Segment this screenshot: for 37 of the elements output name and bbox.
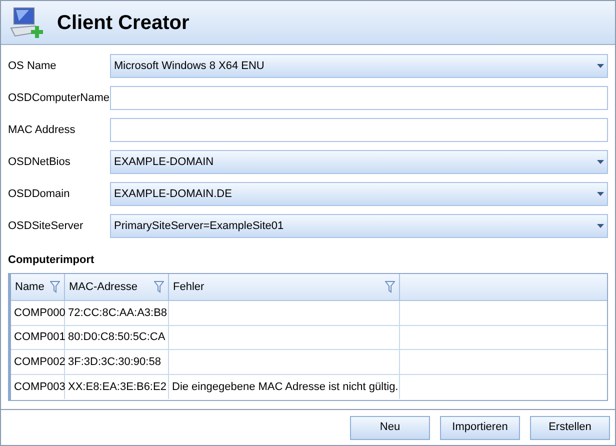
field-label: MAC Address <box>8 122 76 138</box>
caret-icon <box>597 160 604 164</box>
filter-icon[interactable] <box>50 280 60 293</box>
field-label: OS Name <box>8 58 58 74</box>
table-cell-text: COMP002 <box>14 354 66 370</box>
filter-icon[interactable] <box>154 280 164 293</box>
table-cell-text: 80:D0:C8:50:5C:CA <box>68 330 166 346</box>
table-cell-text: XX:E8:EA:3E:B6:E2 <box>68 380 166 395</box>
field-label: OSDDomain <box>8 186 71 202</box>
dropdown[interactable]: EXAMPLE-DOMAIN <box>110 150 608 174</box>
table-cell-text: 72:CC:8C:AA:A3:B8 <box>68 306 168 321</box>
caret-icon <box>597 192 604 196</box>
window-title: Client Creator <box>57 10 190 36</box>
table-cell-text: COMP001 <box>14 330 66 346</box>
table-cell-text: COMP000 <box>14 306 66 321</box>
column-header[interactable]: Name <box>11 274 65 300</box>
dropdown[interactable]: Microsoft Windows 8 X64 ENU <box>110 54 608 78</box>
action-button[interactable]: Erstellen <box>530 416 610 440</box>
computer-add-icon <box>9 6 45 40</box>
action-button[interactable]: Neu <box>350 416 430 440</box>
filter-icon[interactable] <box>385 280 395 293</box>
table-cell-text: Die eingegebene MAC Adresse ist nicht gültig. <box>172 380 398 395</box>
caret-icon <box>597 64 604 68</box>
table-cell-text: COMP003 <box>14 380 66 395</box>
caret-icon <box>597 224 604 228</box>
field-label: OSDNetBios <box>8 154 72 170</box>
input-field[interactable] <box>110 86 608 110</box>
section-title: Computerimport <box>7 253 96 268</box>
dropdown[interactable]: EXAMPLE-DOMAIN.DE <box>110 182 608 206</box>
action-button[interactable]: Importieren <box>440 416 520 440</box>
input-field[interactable] <box>110 118 608 142</box>
field-label: OSDComputerName <box>8 90 110 106</box>
column-header[interactable]: MAC-Adresse <box>65 274 169 300</box>
dropdown[interactable]: PrimarySiteServer=ExampleSite01 <box>110 214 608 238</box>
table-cell-text: 3F:3D:3C:30:90:58 <box>68 354 161 370</box>
column-header[interactable]: Fehler <box>169 274 400 300</box>
field-label: OSDSiteServer <box>8 218 84 234</box>
